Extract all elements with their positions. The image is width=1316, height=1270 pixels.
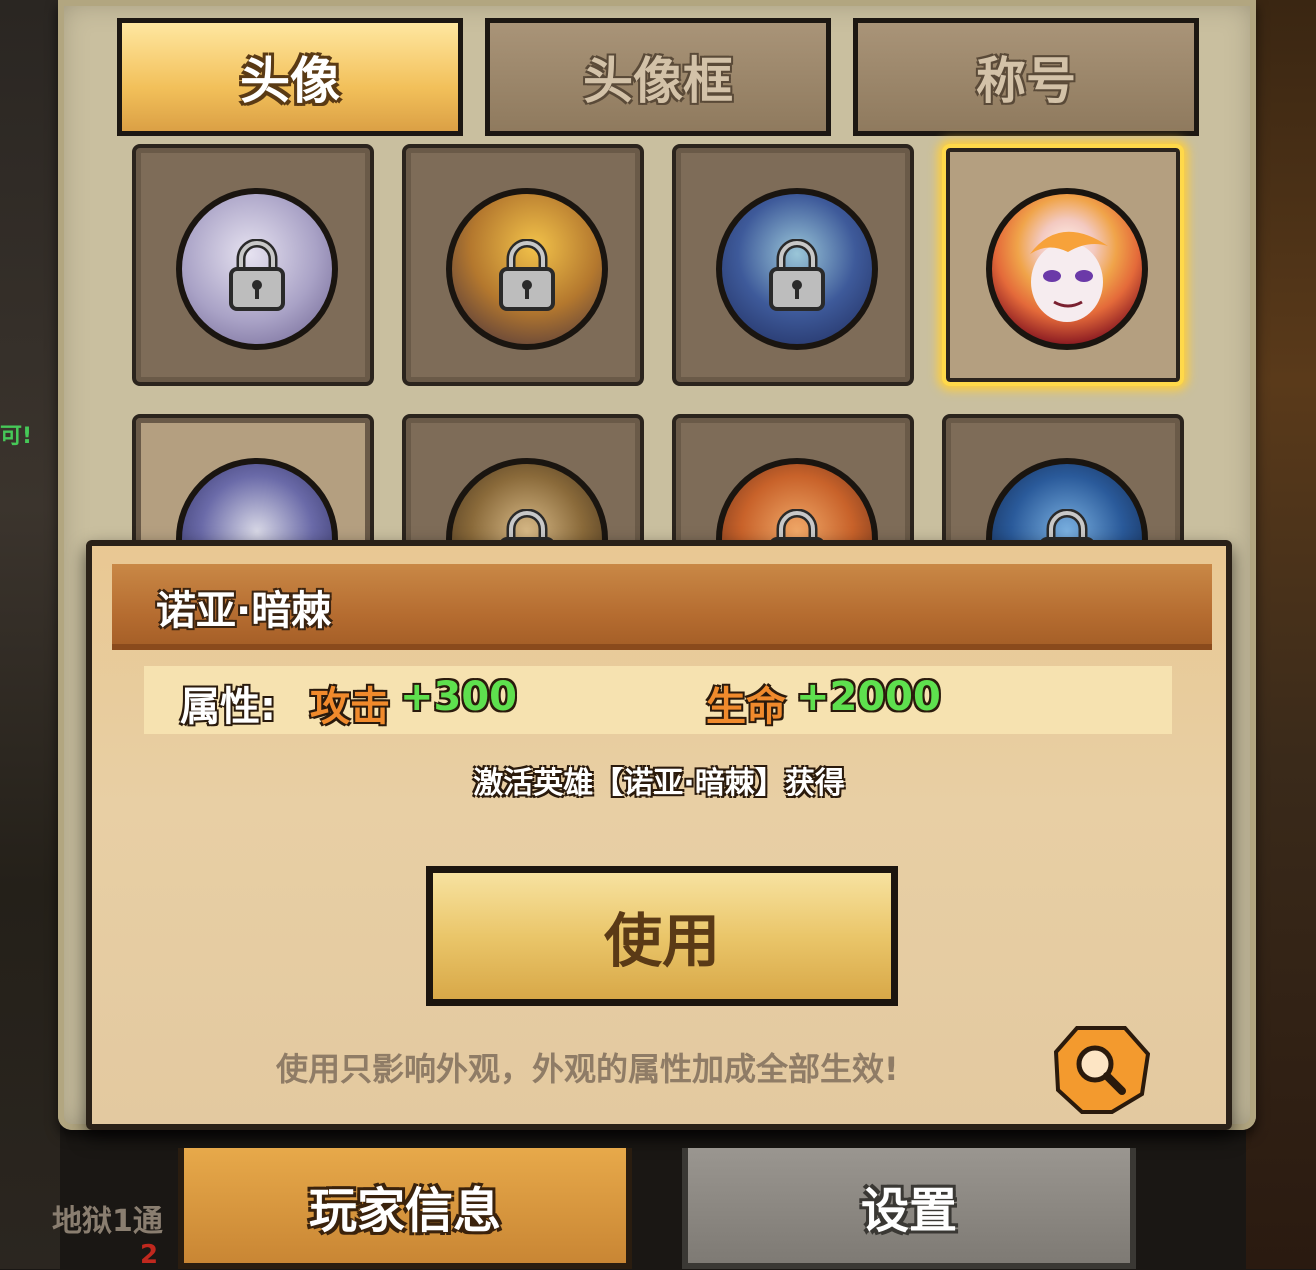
avatar-portrait	[446, 188, 608, 350]
avatar-portrait	[176, 188, 338, 350]
use-button[interactable]: 使用	[426, 866, 898, 1006]
attack-value: +300	[400, 674, 518, 720]
background-left	[0, 0, 60, 1269]
health-label: 生命	[706, 684, 786, 730]
hero-name: 诺亚·暗棘	[156, 588, 332, 634]
zoom-button[interactable]	[1052, 1024, 1151, 1114]
background-right	[1246, 0, 1316, 1269]
lock-icon	[769, 239, 825, 311]
avatar-tile-blue-haired-elf[interactable]	[672, 144, 914, 386]
hero-face-icon	[1030, 231, 1108, 322]
lock-icon	[229, 239, 285, 311]
avatar-tile-noah-darkthorn[interactable]	[942, 144, 1184, 386]
avatar-detail-popup: 诺亚·暗棘 属性: 攻击 +300 生命 +2000 激活英雄【诺亚·暗棘】获得…	[86, 540, 1232, 1130]
lock-icon	[499, 239, 555, 311]
attack-label: 攻击	[310, 684, 390, 730]
usage-note: 使用只影响外观，外观的属性加成全部生效!	[276, 1050, 899, 1088]
tab-avatar[interactable]: 头像	[117, 18, 463, 136]
stats-label: 属性:	[180, 684, 276, 730]
unlock-source-text: 激活英雄【诺亚·暗棘】获得	[473, 766, 845, 801]
background-green-text: 可!	[0, 424, 33, 449]
background-red-number: 2	[140, 1240, 159, 1270]
avatar-tile-pale-elf[interactable]	[132, 144, 374, 386]
player-info-button[interactable]: 玩家信息	[178, 1148, 632, 1269]
avatar-portrait	[716, 188, 878, 350]
tab-title[interactable]: 称号	[853, 18, 1199, 136]
magnifier-icon	[1053, 1026, 1151, 1114]
health-value: +2000	[796, 674, 941, 720]
avatar-portrait	[986, 188, 1148, 350]
avatar-tile-blonde-warrior[interactable]	[402, 144, 644, 386]
settings-button[interactable]: 设置	[682, 1148, 1136, 1269]
popup-header: 诺亚·暗棘	[112, 564, 1212, 650]
stats-bar: 属性: 攻击 +300 生命 +2000	[144, 666, 1172, 734]
tab-avatar-frame[interactable]: 头像框	[485, 18, 831, 136]
background-stage-text: 地狱1通	[52, 1204, 163, 1239]
